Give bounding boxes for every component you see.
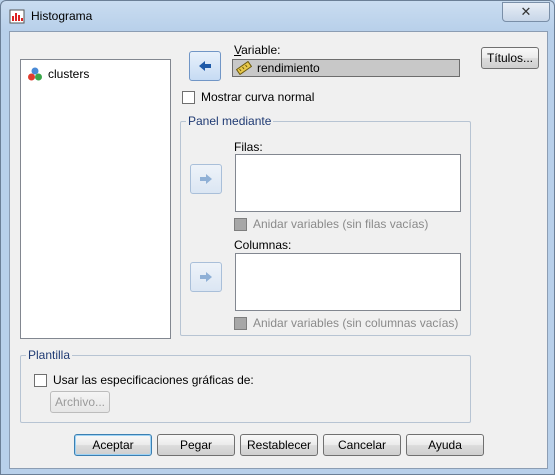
rows-nest-label: Anidar variables (sin filas vacías)	[253, 217, 429, 231]
checkbox-box[interactable]	[234, 316, 247, 330]
template-group-title: Plantilla	[26, 348, 73, 362]
arrow-right-icon	[200, 272, 212, 282]
close-icon: ✕	[520, 4, 532, 19]
move-to-rows-button[interactable]	[190, 164, 222, 194]
list-item[interactable]: clusters	[27, 66, 89, 82]
spss-dialog-icon	[9, 9, 25, 24]
title-bar: Histograma ✕	[1, 1, 554, 31]
variable-field[interactable]: rendimiento	[232, 59, 460, 77]
use-template-label: Usar las especificaciones gráficas de:	[53, 373, 254, 387]
columns-nest-checkbox[interactable]: Anidar variables (sin columnas vacías)	[234, 316, 458, 330]
rows-label: Filas:	[234, 140, 263, 154]
columns-label: Columnas:	[234, 238, 292, 252]
titles-button[interactable]: Títulos...	[481, 47, 539, 69]
use-template-checkbox[interactable]: Usar las especificaciones gráficas de:	[34, 373, 254, 387]
panel-group-title: Panel mediante	[186, 114, 274, 128]
normal-curve-checkbox[interactable]: Mostrar curva normal	[182, 90, 314, 104]
move-to-variable-button[interactable]	[189, 51, 221, 81]
file-button[interactable]: Archivo...	[50, 391, 110, 413]
dialog-body: clusters Variable: rendimiento Títulos..…	[9, 31, 548, 469]
scale-variable-icon	[236, 61, 252, 75]
normal-curve-label: Mostrar curva normal	[201, 90, 315, 104]
variable-name: clusters	[48, 67, 90, 81]
variable-label: Variable:	[234, 43, 281, 57]
arrow-left-icon	[199, 61, 211, 71]
move-to-columns-button[interactable]	[190, 262, 222, 292]
checkbox-box[interactable]	[182, 90, 195, 104]
rows-list[interactable]	[235, 154, 461, 212]
paste-button[interactable]: Pegar	[157, 434, 235, 456]
source-variable-list[interactable]: clusters	[20, 59, 171, 339]
columns-list[interactable]	[235, 253, 461, 311]
histogram-dialog: Histograma ✕ clusters Variable: rendimie…	[0, 0, 555, 475]
help-button[interactable]: Ayuda	[406, 434, 484, 456]
rows-nest-checkbox[interactable]: Anidar variables (sin filas vacías)	[234, 217, 428, 231]
close-button[interactable]: ✕	[502, 2, 550, 22]
arrow-right-icon	[200, 174, 212, 184]
nominal-variable-icon	[28, 67, 42, 81]
variable-value: rendimiento	[257, 61, 320, 75]
checkbox-box[interactable]	[34, 373, 47, 387]
checkbox-box[interactable]	[234, 217, 247, 231]
cancel-button[interactable]: Cancelar	[323, 434, 401, 456]
window-title: Histograma	[31, 9, 93, 23]
reset-button[interactable]: Restablecer	[240, 434, 318, 456]
columns-nest-label: Anidar variables (sin columnas vacías)	[253, 316, 459, 330]
accept-button[interactable]: Aceptar	[74, 434, 152, 456]
